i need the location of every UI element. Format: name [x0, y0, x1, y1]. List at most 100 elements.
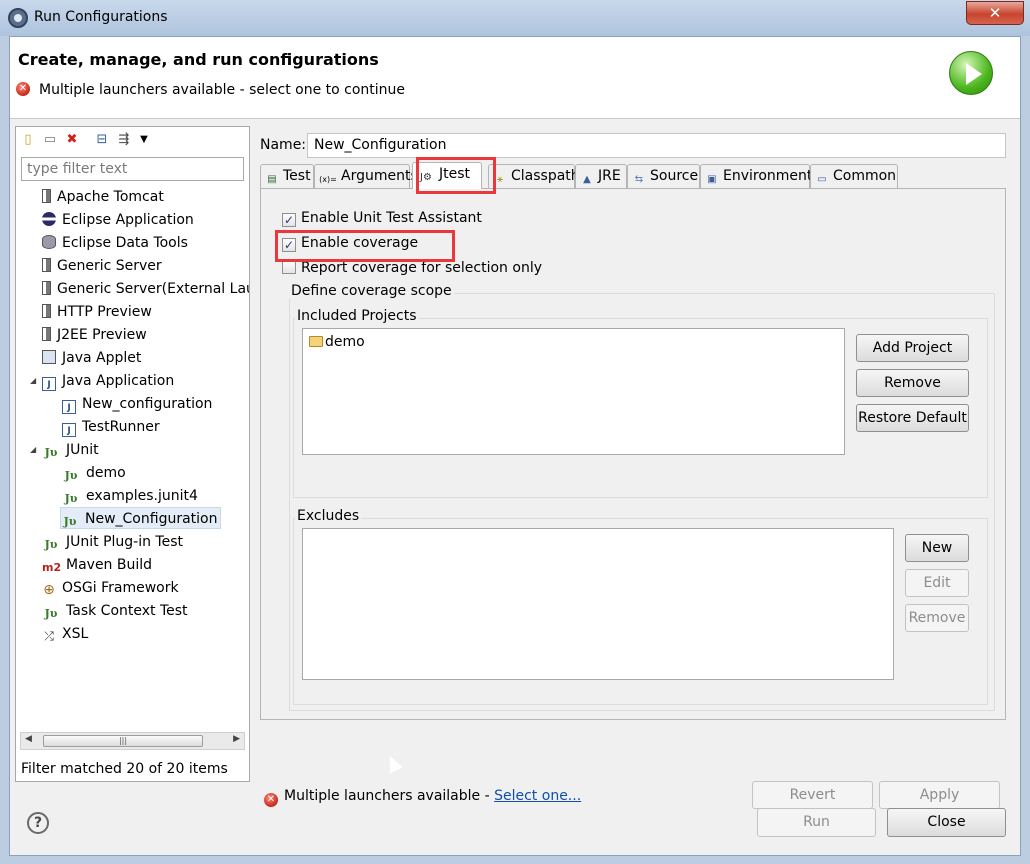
filter-input[interactable] — [21, 157, 244, 181]
error-icon: ✕ — [16, 82, 30, 96]
server-icon — [42, 258, 51, 272]
new-exclude-button[interactable]: New — [905, 534, 969, 562]
junit-plugin-icon: Jυ — [44, 538, 58, 551]
configurations-panel: ▯ ▭ ✖ ⊟ ⇶ ▼ Apache Tomcat Eclipse Applic… — [15, 126, 250, 782]
dialog-heading: Create, manage, and run configurations — [18, 50, 379, 69]
header-banner: Create, manage, and run configurations ✕… — [10, 37, 1020, 119]
checkbox-unchecked-icon — [282, 260, 296, 274]
list-item[interactable]: demo — [309, 334, 365, 350]
remove-exclude-button[interactable]: Remove — [905, 604, 969, 632]
name-label: Name: — [260, 137, 307, 153]
window-close-button[interactable]: ✕ — [966, 1, 1024, 25]
tree-item-eclipse-data-tools[interactable]: Eclipse Data Tools — [42, 232, 188, 254]
filter-icon[interactable]: ⇶ — [116, 132, 132, 148]
scroll-left-icon[interactable]: ◀ — [25, 734, 32, 744]
title-bar: Run Configurations ✕ — [0, 0, 1030, 36]
jtest-tab-content: ✓ Enable Unit Test Assistant ✓ Enable cove… — [260, 188, 1006, 720]
scroll-right-icon[interactable]: ▶ — [233, 734, 240, 744]
collapse-arrow-icon[interactable]: ◢ — [30, 376, 36, 385]
tree-item-java-applet[interactable]: Java Applet — [42, 347, 141, 369]
tab-classpath[interactable]: ⚹ Classpath — [488, 164, 580, 188]
maven-icon: m2 — [42, 561, 62, 574]
status-message: ✕ Multiple launchers available - Select o… — [264, 788, 581, 807]
view-menu-icon[interactable]: ▼ — [136, 132, 152, 148]
tree-item-eclipse-application[interactable]: Eclipse Application — [42, 209, 194, 231]
test-icon: ▤ — [267, 174, 277, 185]
window-title: Run Configurations — [34, 9, 168, 25]
enable-unit-test-assistant-checkbox[interactable]: ✓ Enable Unit Test Assistant — [282, 208, 482, 228]
tab-test[interactable]: ▤ Test — [260, 164, 314, 188]
tree-item-task-context-test[interactable]: Jυ Task Context Test — [42, 600, 188, 622]
new-config-icon[interactable]: ▯ — [20, 132, 36, 148]
applet-icon — [42, 350, 56, 364]
tree-item-j2ee-preview[interactable]: J2EE Preview — [42, 324, 147, 346]
collapse-arrow-icon[interactable]: ◢ — [30, 445, 36, 454]
junit-icon: Jυ — [63, 515, 77, 528]
remove-included-button[interactable]: Remove — [856, 369, 969, 397]
osgi-icon: ⊕ — [43, 582, 55, 598]
tab-common[interactable]: ▭ Common — [810, 164, 898, 188]
revert-button[interactable]: Revert — [752, 781, 873, 809]
tree-item-demo[interactable]: Jυ demo — [62, 462, 126, 484]
java-app-icon: J — [62, 423, 76, 437]
tab-strip: ▤ Test (x)= Arguments J⚙ Jtest ⚹ Classpath ▲… — [260, 162, 1006, 189]
dialog: Create, manage, and run configurations ✕… — [9, 36, 1021, 856]
tree-item-apache-tomcat[interactable]: Apache Tomcat — [42, 186, 164, 208]
add-project-button[interactable]: Add Project — [856, 334, 969, 362]
jtest-tab-highlight — [416, 157, 496, 194]
close-button[interactable]: Close — [887, 808, 1006, 837]
tree-item-osgi-framework[interactable]: ⊕ OSGi Framework — [42, 577, 178, 599]
excludes-list[interactable] — [302, 528, 894, 680]
junit-icon: Jυ — [44, 446, 58, 459]
xsl-icon: ⤮ — [44, 629, 54, 643]
duplicate-icon[interactable]: ▭ — [42, 132, 58, 148]
restore-default-button[interactable]: Restore Default — [856, 404, 969, 432]
tree-item-junit[interactable]: Jυ JUnit — [42, 439, 99, 461]
eclipse-icon — [8, 8, 28, 28]
coverage-scope-title: Define coverage scope — [289, 283, 454, 299]
tree-item-junit-plugin-test[interactable]: Jυ JUnit Plug-in Test — [42, 531, 183, 553]
tree-item-examples-junit4[interactable]: Jυ examples.junit4 — [62, 485, 198, 507]
delete-icon[interactable]: ✖ — [64, 132, 80, 148]
tree-item-java-application[interactable]: J Java Application — [42, 370, 174, 392]
apply-button[interactable]: Apply — [879, 781, 1000, 809]
junit-icon: Jυ — [64, 492, 78, 505]
common-icon: ▭ — [817, 174, 827, 185]
configurations-toolbar: ▯ ▭ ✖ ⊟ ⇶ ▼ — [16, 127, 249, 153]
horizontal-scrollbar[interactable]: ◀ ||| ▶ — [20, 732, 245, 750]
server-icon — [42, 304, 51, 318]
collapse-all-icon[interactable]: ⊟ — [94, 132, 110, 148]
tab-environment[interactable]: ▣ Environment — [700, 164, 812, 188]
java-app-icon: J — [62, 400, 76, 414]
jre-icon: ▲ — [583, 174, 591, 185]
source-icon: ⇆ — [634, 174, 644, 185]
configuration-tree: Apache Tomcat Eclipse Application Eclips… — [16, 186, 249, 731]
included-projects-title: Included Projects — [295, 308, 419, 324]
run-button[interactable]: Run — [757, 808, 876, 837]
server-icon — [42, 189, 51, 203]
tree-item-xsl[interactable]: ⤮ XSL — [42, 623, 88, 645]
tree-item-testrunner[interactable]: J TestRunner — [62, 416, 160, 438]
tree-item-generic-server-external[interactable]: Generic Server(External Lau — [42, 278, 249, 300]
enable-coverage-highlight — [275, 230, 455, 262]
tab-source[interactable]: ⇆ Source — [627, 164, 700, 188]
configuration-editor: Name: New_Configuration ▤ Test (x)= Argume… — [258, 126, 1010, 809]
junit-icon: Jυ — [44, 607, 58, 620]
run-icon — [949, 51, 993, 95]
name-field[interactable]: New_Configuration — [307, 133, 1006, 158]
eclipse-icon — [42, 212, 56, 226]
select-one-link[interactable]: Select one... — [494, 788, 581, 804]
arguments-icon: (x)= — [319, 175, 337, 184]
tab-arguments[interactable]: (x)= Arguments — [314, 164, 418, 188]
included-projects-list[interactable]: demo — [302, 328, 845, 455]
edit-exclude-button[interactable]: Edit — [905, 569, 969, 597]
tree-item-generic-server[interactable]: Generic Server — [42, 255, 162, 277]
tab-jre[interactable]: ▲ JRE — [575, 164, 627, 188]
tree-item-new-configuration[interactable]: J New_configuration — [62, 393, 212, 415]
scrollbar-thumb[interactable]: ||| — [43, 735, 203, 747]
checkbox-checked-icon: ✓ — [282, 213, 296, 227]
tree-item-new-configuration-selected[interactable]: Jυ New_Configuration — [60, 507, 222, 529]
tree-item-http-preview[interactable]: HTTP Preview — [42, 301, 152, 323]
help-icon[interactable]: ? — [27, 812, 49, 834]
tree-item-maven-build[interactable]: m2 Maven Build — [42, 554, 152, 576]
